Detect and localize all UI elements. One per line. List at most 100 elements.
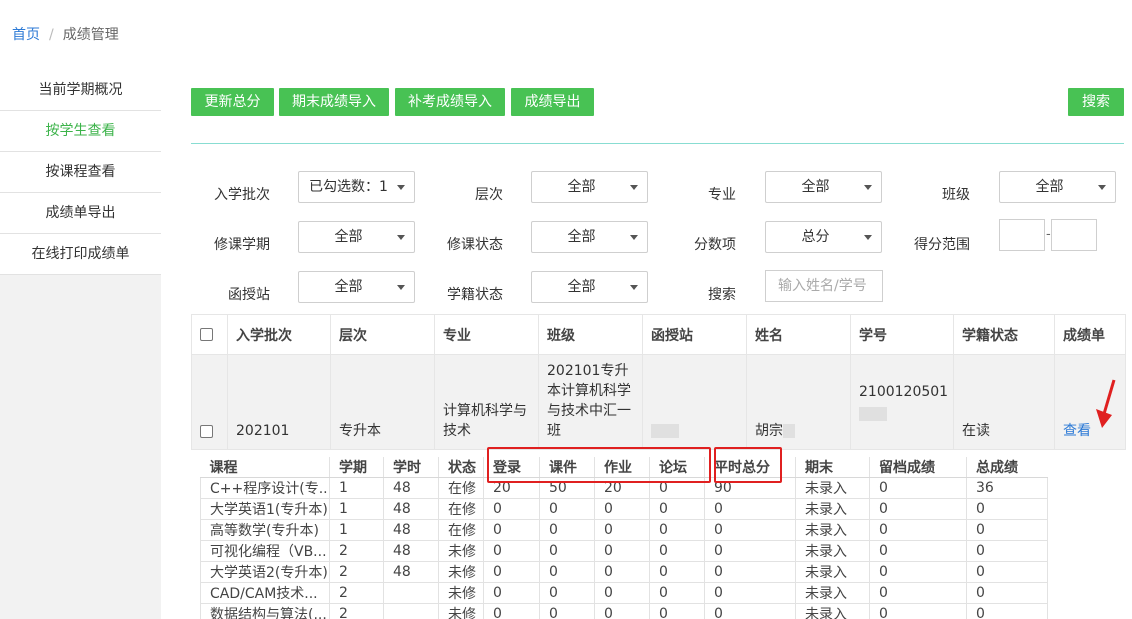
score-range-max-input[interactable] bbox=[1051, 219, 1097, 251]
makeup-import-button[interactable]: 补考成绩导入 bbox=[395, 88, 505, 116]
table-row: 202101 专升本 计算机科学与技术 202101专升本计算机科学与技术中汇一… bbox=[191, 354, 1126, 450]
course-cell: 50 bbox=[539, 477, 595, 499]
filter-batch-select[interactable]: 已勾选数：1 bbox=[298, 171, 415, 203]
course-cell: 未录入 bbox=[795, 498, 870, 520]
course-cell: 大学英语2(专升本) bbox=[200, 561, 330, 583]
chevron-down-icon bbox=[864, 235, 872, 240]
course-cell: 0 bbox=[704, 603, 796, 619]
filter-search-label: 搜索 bbox=[708, 287, 736, 303]
sidebar-item-print-transcript[interactable]: 在线打印成绩单 bbox=[0, 234, 161, 275]
course-cell: 2 bbox=[329, 540, 384, 562]
chevron-down-icon bbox=[630, 185, 638, 190]
filter-course-status-label: 修课状态 bbox=[447, 237, 503, 253]
student-table-header: 入学批次 层次 专业 班级 函授站 姓名 学号 学籍状态 成绩单 bbox=[191, 314, 1126, 355]
course-cell: 在修 bbox=[438, 477, 484, 499]
filter-level-select[interactable]: 全部 bbox=[531, 171, 648, 203]
course-col-header: 平时总分 bbox=[704, 457, 796, 478]
student-id: 2100120501 bbox=[859, 384, 949, 400]
course-cell: 未录入 bbox=[795, 540, 870, 562]
course-cell: 0 bbox=[539, 540, 595, 562]
course-cell: 48 bbox=[383, 498, 439, 520]
course-cell: 2 bbox=[329, 603, 384, 619]
update-total-button[interactable]: 更新总分 bbox=[191, 88, 274, 116]
search-button[interactable]: 搜索 bbox=[1068, 88, 1124, 116]
col-header-name: 姓名 bbox=[746, 314, 851, 355]
breadcrumb-home-link[interactable]: 首页 bbox=[12, 27, 40, 43]
course-cell: 大学英语1(专升本) bbox=[200, 498, 330, 520]
filter-course-status-select[interactable]: 全部 bbox=[531, 221, 648, 253]
view-transcript-link[interactable]: 查看 bbox=[1063, 423, 1091, 439]
course-cell: 0 bbox=[649, 582, 705, 604]
course-cell: 0 bbox=[966, 603, 1048, 619]
filter-major-label: 专业 bbox=[708, 187, 736, 203]
course-col-header: 状态 bbox=[438, 457, 484, 478]
course-cell: 未录入 bbox=[795, 561, 870, 583]
course-cell: 未修 bbox=[438, 540, 484, 562]
course-cell: 未录入 bbox=[795, 477, 870, 499]
course-cell: 0 bbox=[869, 540, 967, 562]
filter-score-range-label: 得分范围 bbox=[914, 237, 970, 253]
filter-term-select[interactable]: 全部 bbox=[298, 221, 415, 253]
filter-score-item-value: 总分 bbox=[801, 229, 830, 245]
filter-major-select[interactable]: 全部 bbox=[765, 171, 882, 203]
score-range-min-input[interactable] bbox=[999, 219, 1045, 251]
course-col-header: 期末 bbox=[795, 457, 870, 478]
cell-name: 胡宗 bbox=[746, 354, 851, 450]
sidebar-item-transcript-export[interactable]: 成绩单导出 bbox=[0, 193, 161, 234]
table-row: 大学英语1(专升本) 1 48 在修 0 0 0 0 0 未录入 0 0 bbox=[200, 498, 1048, 520]
col-header-status: 学籍状态 bbox=[953, 314, 1055, 355]
search-input[interactable]: 输入姓名/学号 bbox=[765, 270, 883, 302]
course-cell: 0 bbox=[483, 603, 540, 619]
chevron-down-icon bbox=[630, 285, 638, 290]
redacted-name bbox=[783, 424, 795, 438]
course-cell: 0 bbox=[594, 561, 650, 583]
filter-batch-label: 入学批次 bbox=[214, 187, 270, 203]
course-cell: 48 bbox=[383, 540, 439, 562]
course-col-header: 课程 bbox=[200, 457, 330, 478]
course-cell: 0 bbox=[966, 498, 1048, 520]
sidebar-item-by-course[interactable]: 按课程查看 bbox=[0, 152, 161, 193]
course-cell: 0 bbox=[966, 561, 1048, 583]
course-col-header: 留档成绩 bbox=[869, 457, 967, 478]
col-header-level: 层次 bbox=[330, 314, 435, 355]
course-cell: 0 bbox=[869, 603, 967, 619]
filter-score-item-select[interactable]: 总分 bbox=[765, 221, 882, 253]
row-checkbox[interactable] bbox=[200, 424, 213, 438]
select-all-checkbox[interactable] bbox=[200, 328, 213, 341]
course-cell: 20 bbox=[594, 477, 650, 499]
filter-enroll-status-select[interactable]: 全部 bbox=[531, 271, 648, 303]
cell-status: 在读 bbox=[953, 354, 1055, 450]
filter-term-value: 全部 bbox=[334, 229, 363, 245]
course-cell: 36 bbox=[966, 477, 1048, 499]
course-cell: 0 bbox=[704, 561, 796, 583]
course-cell bbox=[383, 603, 439, 619]
filter-enroll-status-value: 全部 bbox=[567, 279, 596, 295]
course-cell: 0 bbox=[966, 582, 1048, 604]
filter-score-item-label: 分数项 bbox=[694, 237, 736, 253]
export-button[interactable]: 成绩导出 bbox=[511, 88, 594, 116]
filter-major-value: 全部 bbox=[801, 179, 830, 195]
course-cell: 0 bbox=[539, 561, 595, 583]
breadcrumb-current: 成绩管理 bbox=[62, 27, 119, 43]
course-cell: 未录入 bbox=[795, 519, 870, 541]
course-cell: 1 bbox=[329, 477, 384, 499]
filter-class-select[interactable]: 全部 bbox=[999, 171, 1116, 203]
course-cell: 0 bbox=[594, 540, 650, 562]
breadcrumb-separator: / bbox=[49, 27, 54, 43]
course-cell: 未修 bbox=[438, 582, 484, 604]
course-col-header: 学期 bbox=[329, 457, 384, 478]
cell-batch: 202101 bbox=[227, 354, 331, 450]
sidebar-item-semester-overview[interactable]: 当前学期概况 bbox=[0, 70, 161, 111]
chevron-down-icon bbox=[397, 235, 405, 240]
sidebar: 当前学期概况 按学生查看 按课程查看 成绩单导出 在线打印成绩单 bbox=[0, 70, 161, 619]
sidebar-item-by-student[interactable]: 按学生查看 bbox=[0, 111, 161, 152]
course-cell: 1 bbox=[329, 498, 384, 520]
cell-class: 202101专升本计算机科学与技术中汇一班 bbox=[538, 354, 643, 450]
final-import-button[interactable]: 期末成绩导入 bbox=[279, 88, 389, 116]
course-cell: 0 bbox=[869, 582, 967, 604]
chevron-down-icon bbox=[864, 185, 872, 190]
col-header-batch: 入学批次 bbox=[227, 314, 331, 355]
course-cell: 1 bbox=[329, 519, 384, 541]
filter-station-select[interactable]: 全部 bbox=[298, 271, 415, 303]
course-col-header: 总成绩 bbox=[966, 457, 1048, 478]
